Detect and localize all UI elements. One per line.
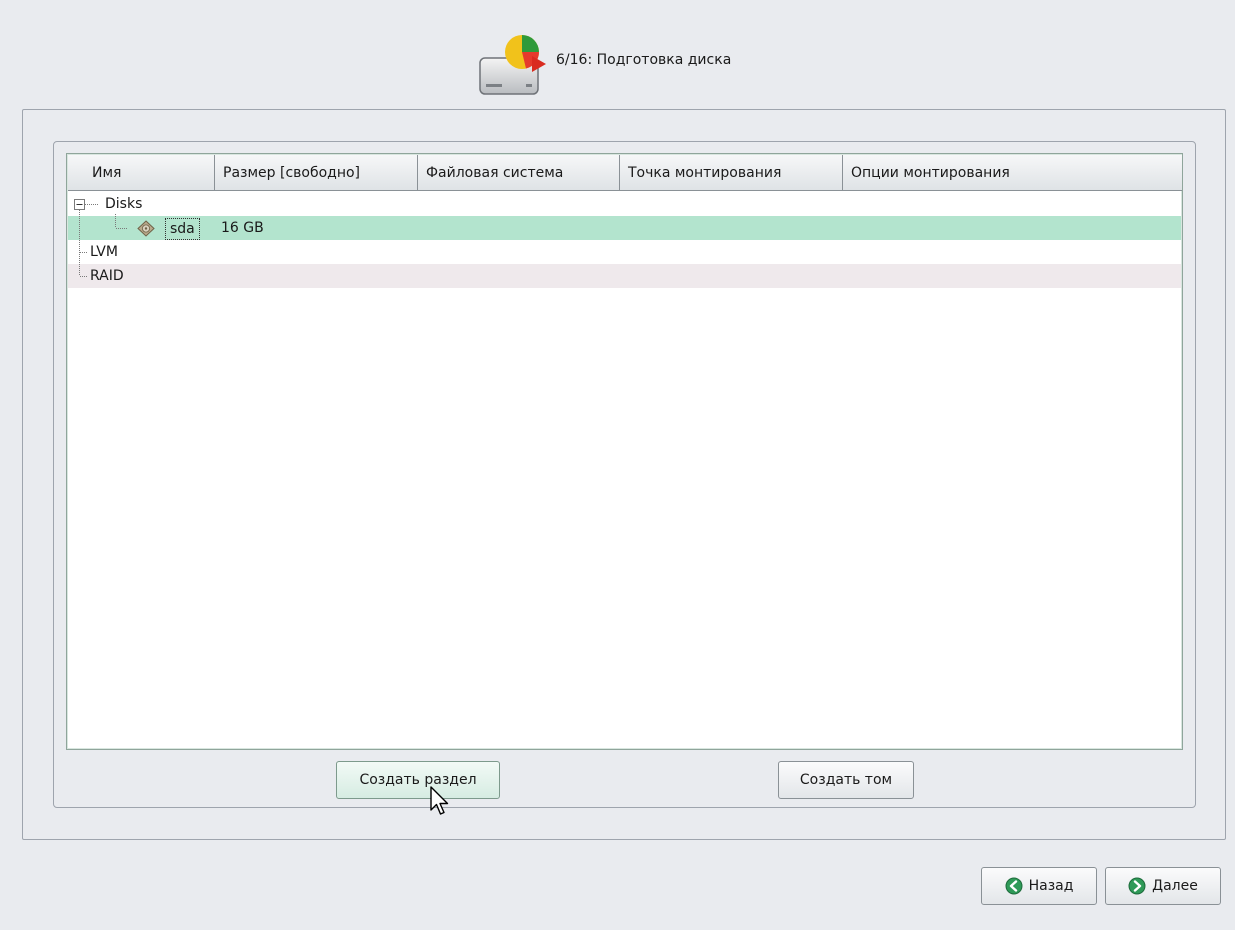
back-button[interactable]: Назад (981, 867, 1097, 905)
mouse-cursor-icon (430, 786, 449, 815)
column-header-mountpoint[interactable]: Точка монтирования (620, 155, 843, 191)
tree-connectors (79, 204, 127, 277)
tree-row-disks[interactable]: Disks (68, 192, 1181, 216)
page-title: 6/16: Подготовка диска (556, 52, 732, 68)
next-button-label: Далее (1152, 878, 1198, 894)
column-header-size[interactable]: Размер [свободно] (215, 155, 418, 191)
collapse-icon[interactable] (74, 199, 85, 210)
next-button[interactable]: Далее (1105, 867, 1221, 905)
next-arrow-icon (1128, 877, 1146, 895)
size-value: 16 GB (221, 220, 264, 236)
tree-row-sda[interactable]: sda 16 GB (68, 216, 1181, 240)
create-partition-button[interactable]: Создать раздел (336, 761, 500, 799)
wizard-header: 6/16: Подготовка диска (0, 28, 1235, 100)
tree-row-raid[interactable]: RAID (68, 264, 1181, 288)
tree-row-lvm[interactable]: LVM (68, 240, 1181, 264)
partition-tree[interactable]: Имя Размер [свободно] Файловая система Т… (66, 153, 1183, 750)
back-button-label: Назад (1028, 878, 1074, 894)
column-header-mount-options[interactable]: Опции монтирования (843, 155, 1182, 191)
disk-partition-icon (479, 35, 546, 95)
column-header-filesystem[interactable]: Файловая система (418, 155, 620, 191)
back-arrow-icon (1005, 877, 1023, 895)
create-volume-button[interactable]: Создать том (778, 761, 914, 799)
